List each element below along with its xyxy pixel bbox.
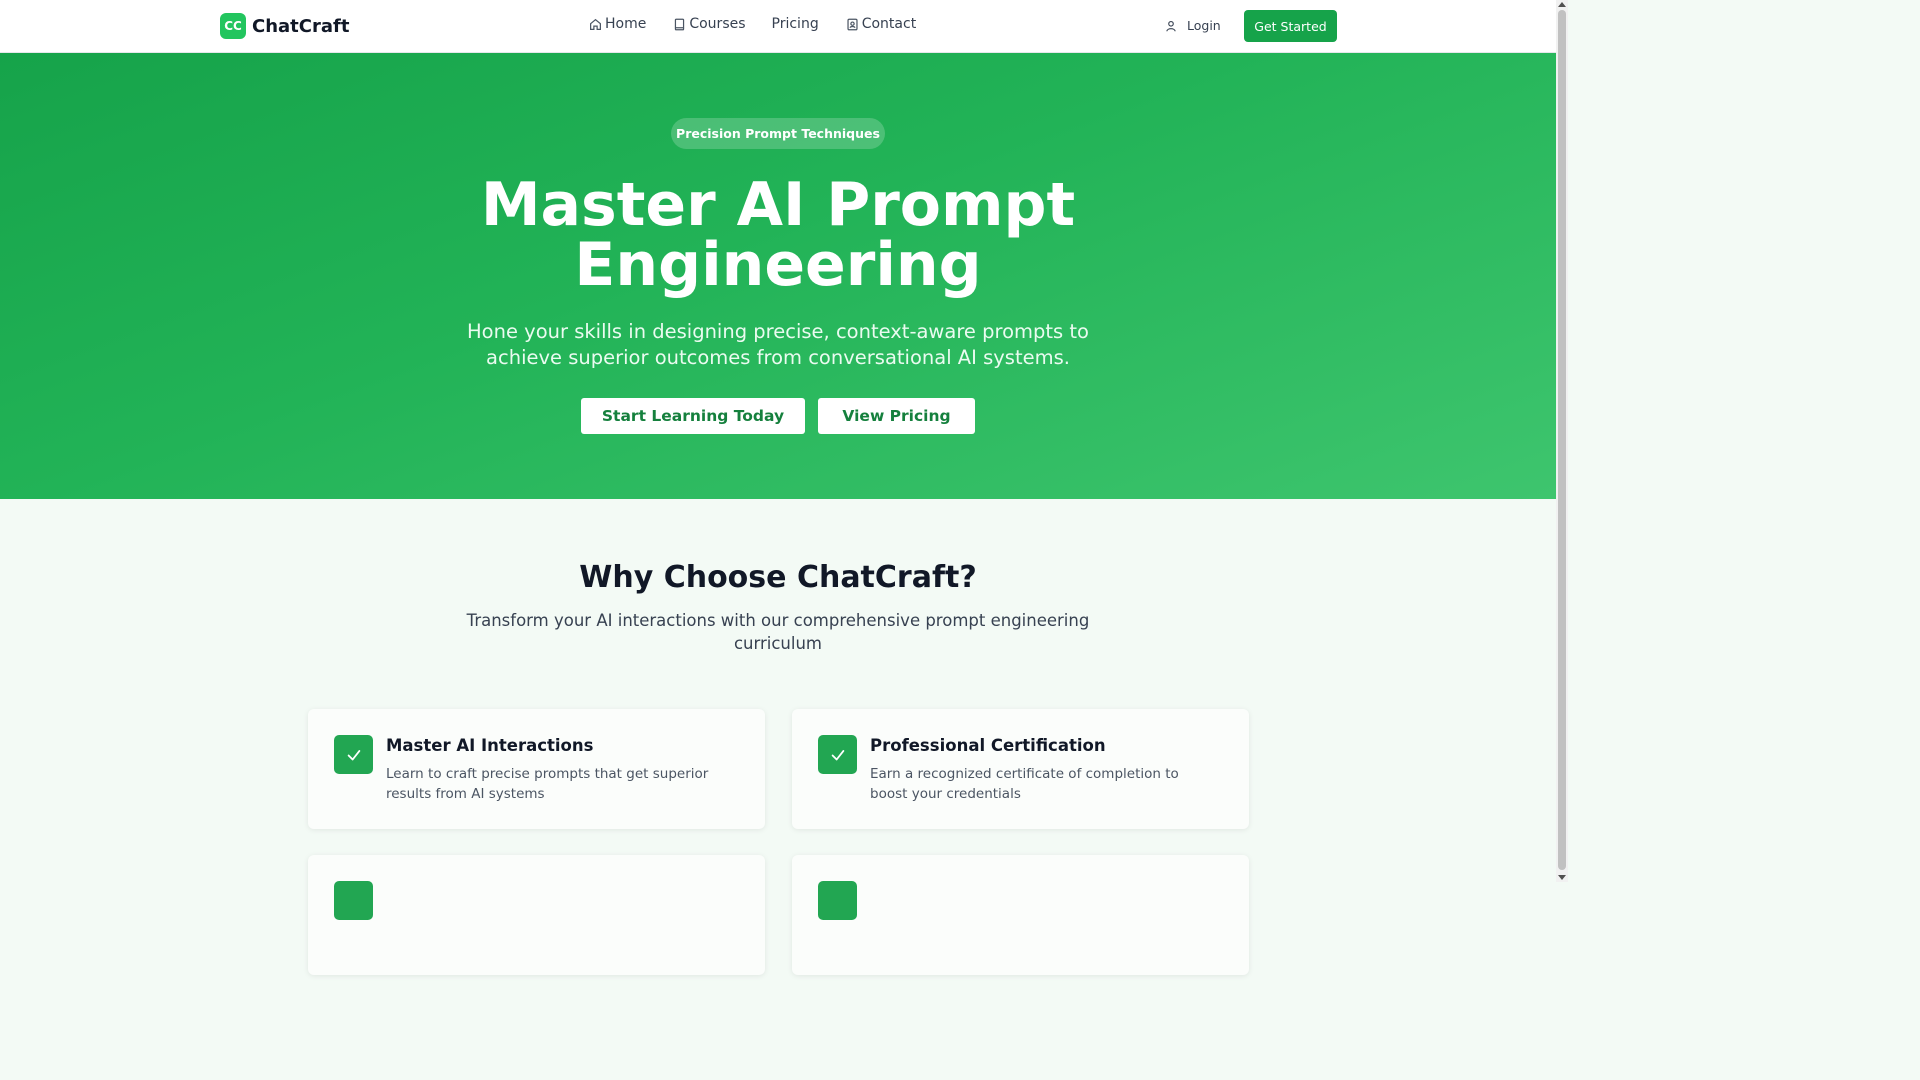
feature-card: Professional Certification Earn a recogn… (792, 709, 1249, 829)
scroll-up-arrow-icon[interactable] (1558, 2, 1566, 7)
nav-item-label: Courses (689, 16, 746, 32)
contact-icon (847, 18, 858, 30)
login-label: Login (1187, 18, 1221, 33)
nav-item-label: Pricing (771, 16, 819, 32)
page-scrollbar[interactable] (1556, 0, 1568, 882)
feature-card-description: Earn a recognized certificate of complet… (870, 766, 1179, 802)
login-button[interactable]: Login (1165, 18, 1221, 33)
hero-badge: Precision Prompt Techniques (671, 118, 885, 149)
feature-card: Master AI Interactions Learn to craft pr… (308, 709, 765, 829)
nav-item-contact[interactable]: Contact (846, 16, 916, 32)
hero-title-line-1: Master AI Prompt (480, 170, 1076, 240)
nav-item-pricing[interactable]: Pricing (772, 16, 819, 32)
feature-card (792, 855, 1249, 975)
feature-card-title: Professional Certification (870, 736, 1106, 755)
check-icon (818, 735, 857, 774)
hero-title: Master AI Prompt Engineering (378, 175, 1178, 295)
nav-item-courses[interactable]: Courses (673, 16, 746, 32)
feature-card (308, 855, 765, 975)
logo-text: ChatCraft (252, 15, 350, 37)
nav-item-label: Contact (861, 16, 917, 32)
scroll-down-arrow-icon[interactable] (1558, 875, 1566, 880)
check-icon (334, 881, 373, 920)
hero-title-line-2: Engineering (574, 230, 982, 300)
features-title: Why Choose ChatCraft? (579, 560, 977, 595)
hero-subtitle: Hone your skills in designing precise, c… (467, 320, 1089, 369)
top-navbar: CC ChatCraft Home Courses Pricing Contac… (0, 0, 1556, 53)
home-icon (590, 18, 601, 30)
check-icon (818, 881, 857, 920)
logo[interactable]: CC ChatCraft (220, 13, 349, 39)
features-subtitle: Transform your AI interactions with our … (466, 611, 1090, 653)
view-pricing-button[interactable]: View Pricing (818, 398, 975, 434)
logo-badge: CC (220, 13, 246, 39)
main-nav: Home Courses Pricing Contact (589, 16, 916, 32)
feature-card-title: Master AI Interactions (386, 736, 594, 755)
feature-card-description: Learn to craft precise prompts that get … (386, 766, 709, 802)
nav-item-label: Home (605, 16, 647, 32)
start-learning-button[interactable]: Start Learning Today (581, 398, 805, 434)
book-icon (675, 18, 685, 30)
check-icon (334, 735, 373, 774)
scroll-thumb[interactable] (1558, 10, 1566, 870)
nav-item-home[interactable]: Home (589, 16, 646, 32)
get-started-button[interactable]: Get Started (1244, 10, 1337, 42)
hero-section: Precision Prompt Techniques Master AI Pr… (0, 53, 1556, 499)
user-icon (1166, 20, 1176, 31)
